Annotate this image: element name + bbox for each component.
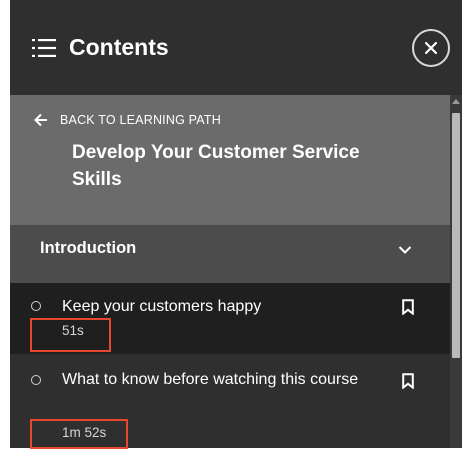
bookmark-icon[interactable] bbox=[402, 299, 414, 315]
list-icon[interactable] bbox=[32, 38, 56, 58]
contents-panel: Contents BACK TO LEARNING PATH Develop Y… bbox=[10, 0, 462, 448]
learning-path-block: BACK TO LEARNING PATH Develop Your Custo… bbox=[10, 95, 450, 225]
chevron-down-icon bbox=[398, 246, 412, 254]
arrow-left-icon bbox=[34, 113, 47, 127]
close-icon bbox=[425, 42, 437, 54]
close-button[interactable] bbox=[412, 29, 450, 67]
scroll-thumb[interactable] bbox=[452, 113, 460, 358]
scroll-up-arrow-icon[interactable] bbox=[452, 99, 460, 104]
back-link-label: BACK TO LEARNING PATH bbox=[60, 113, 221, 127]
section-introduction[interactable]: Introduction bbox=[10, 225, 450, 283]
duration-highlight-box bbox=[30, 318, 111, 352]
bookmark-icon[interactable] bbox=[402, 373, 414, 389]
panel-header: Contents bbox=[10, 0, 462, 95]
scrollbar[interactable] bbox=[450, 95, 462, 448]
learning-path-title: Develop Your Customer Service Skills bbox=[72, 142, 360, 190]
progress-circle-icon bbox=[31, 301, 41, 311]
panel-title: Contents bbox=[69, 34, 169, 60]
duration-highlight-box bbox=[30, 419, 128, 449]
section-title: Introduction bbox=[40, 239, 137, 257]
item-title: Keep your customers happy bbox=[62, 298, 262, 315]
item-title: What to know before watching this course bbox=[62, 371, 359, 388]
progress-circle-icon bbox=[31, 375, 41, 385]
back-to-learning-path-link[interactable]: BACK TO LEARNING PATH bbox=[34, 110, 221, 130]
